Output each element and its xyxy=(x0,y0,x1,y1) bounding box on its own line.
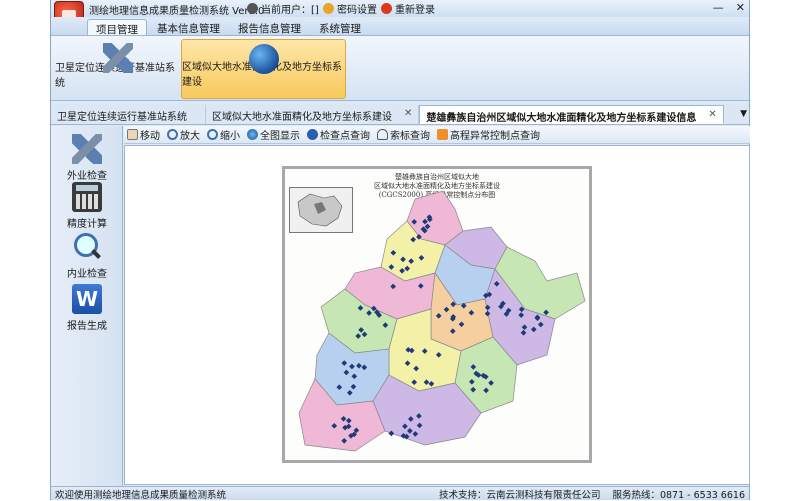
current-user: 当前用户：[] xyxy=(247,1,319,16)
satellite-icon xyxy=(72,134,102,164)
document-tabs: 卫星定位连续运行基准站系统 区域似大地水准面精化及地方坐标系建设 ✕ 楚雄彝族自… xyxy=(51,104,749,125)
support-text: 技术支持：云南云测科技有限责任公司 xyxy=(438,489,601,501)
full-extent-icon xyxy=(247,129,258,140)
status-bar: 欢迎使用测绘地理信息成果质量检测系统 技术支持：云南云测科技有限责任公司 服务热… xyxy=(51,486,749,501)
precision-calc-button[interactable]: 精度计算 xyxy=(51,182,123,230)
cors-project-button[interactable]: 卫星定位连续运行基准站系统 xyxy=(55,39,180,99)
power-icon xyxy=(381,3,392,14)
doc-tab-cors[interactable]: 卫星定位连续运行基准站系统 xyxy=(51,105,206,124)
map-regions xyxy=(298,190,586,452)
magnifier-icon xyxy=(72,232,102,262)
globe-icon xyxy=(248,44,279,74)
map-view[interactable]: 楚雄彝族自治州区域似大地 区域似大地水准面精化及地方坐标系建设 (CGCS200… xyxy=(124,145,750,485)
tab-basic-info[interactable]: 基本信息管理 xyxy=(149,19,228,35)
title-bar: 测绘地理信息成果质量检测系统 Ver1.0 当前用户：[] 密码设置 重新登录 … xyxy=(51,0,749,31)
info-icon xyxy=(307,129,318,140)
chevron-down-icon[interactable]: ▼ xyxy=(740,109,747,119)
map-toolbar: 移动 放大 缩小 全图显示 检查点查询 索标查询 高程异常控制点查询 xyxy=(124,126,750,144)
calculator-icon xyxy=(72,182,102,212)
zoom-in-tool[interactable]: 放大 xyxy=(167,127,200,142)
doc-tab-chuxiong[interactable]: 楚雄彝族自治州区域似大地水准面精化及地方坐标系建设信息 ✕ xyxy=(419,105,724,124)
ribbon-panel: 卫星定位连续运行基准站系统 区域似大地水准面精化及地方坐标系建设 xyxy=(51,35,749,101)
map-frame: 楚雄彝族自治州区域似大地 区域似大地水准面精化及地方坐标系建设 (CGCS200… xyxy=(282,166,592,463)
checkpoint-query-tool[interactable]: 检查点查询 xyxy=(307,127,370,142)
geoid-project-button[interactable]: 区域似大地水准面精化及地方坐标系建设 xyxy=(181,39,346,99)
office-check-button[interactable]: 内业检查 xyxy=(51,232,123,280)
satellite-icon xyxy=(102,43,133,73)
report-generate-button[interactable]: W 报告生成 xyxy=(51,284,123,332)
hotline-text: 服务热线：0871 - 6533 6616 xyxy=(612,489,745,501)
welcome-text: 欢迎使用测绘地理信息成果质量检测系统 xyxy=(55,489,227,501)
index-query-tool[interactable]: 索标查询 xyxy=(377,127,430,142)
close-button[interactable]: ✕ xyxy=(736,1,745,14)
full-extent-tool[interactable]: 全图显示 xyxy=(247,127,300,142)
word-icon: W xyxy=(72,284,102,314)
zoom-out-icon xyxy=(207,129,218,140)
field-check-button[interactable]: 外业检查 xyxy=(51,134,123,182)
zoom-in-icon xyxy=(167,129,178,140)
tab-project-management[interactable]: 项目管理 xyxy=(87,19,147,36)
chuxiong-map xyxy=(298,190,586,452)
tab-system[interactable]: 系统管理 xyxy=(311,19,369,35)
user-icon xyxy=(247,3,258,14)
anomaly-point-query-tool[interactable]: 高程异常控制点查询 xyxy=(437,127,540,142)
ribbon-tabs: 项目管理 基本信息管理 报告信息管理 系统管理 xyxy=(51,17,749,36)
doc-tab-geoid[interactable]: 区域似大地水准面精化及地方坐标系建设 ✕ xyxy=(206,105,420,124)
left-toolbox: 外业检查 精度计算 内业检查 W 报告生成 xyxy=(51,126,123,486)
app-window: 测绘地理信息成果质量检测系统 Ver1.0 当前用户：[] 密码设置 重新登录 … xyxy=(50,0,750,501)
minimize-button[interactable]: — xyxy=(713,1,724,14)
relogin-button[interactable]: 重新登录 xyxy=(381,1,435,16)
close-icon[interactable]: ✕ xyxy=(708,109,716,123)
close-icon[interactable]: ✕ xyxy=(404,108,412,124)
password-settings-button[interactable]: 密码设置 xyxy=(323,1,377,16)
pan-tool[interactable]: 移动 xyxy=(127,127,160,142)
app-title: 测绘地理信息成果质量检测系统 Ver1.0 xyxy=(89,6,265,17)
key-icon xyxy=(323,3,334,14)
rss-icon xyxy=(437,129,448,140)
anchor-icon xyxy=(377,129,388,140)
zoom-out-tool[interactable]: 缩小 xyxy=(207,127,240,142)
tab-report-info[interactable]: 报告信息管理 xyxy=(230,19,309,35)
hand-icon xyxy=(127,129,138,140)
